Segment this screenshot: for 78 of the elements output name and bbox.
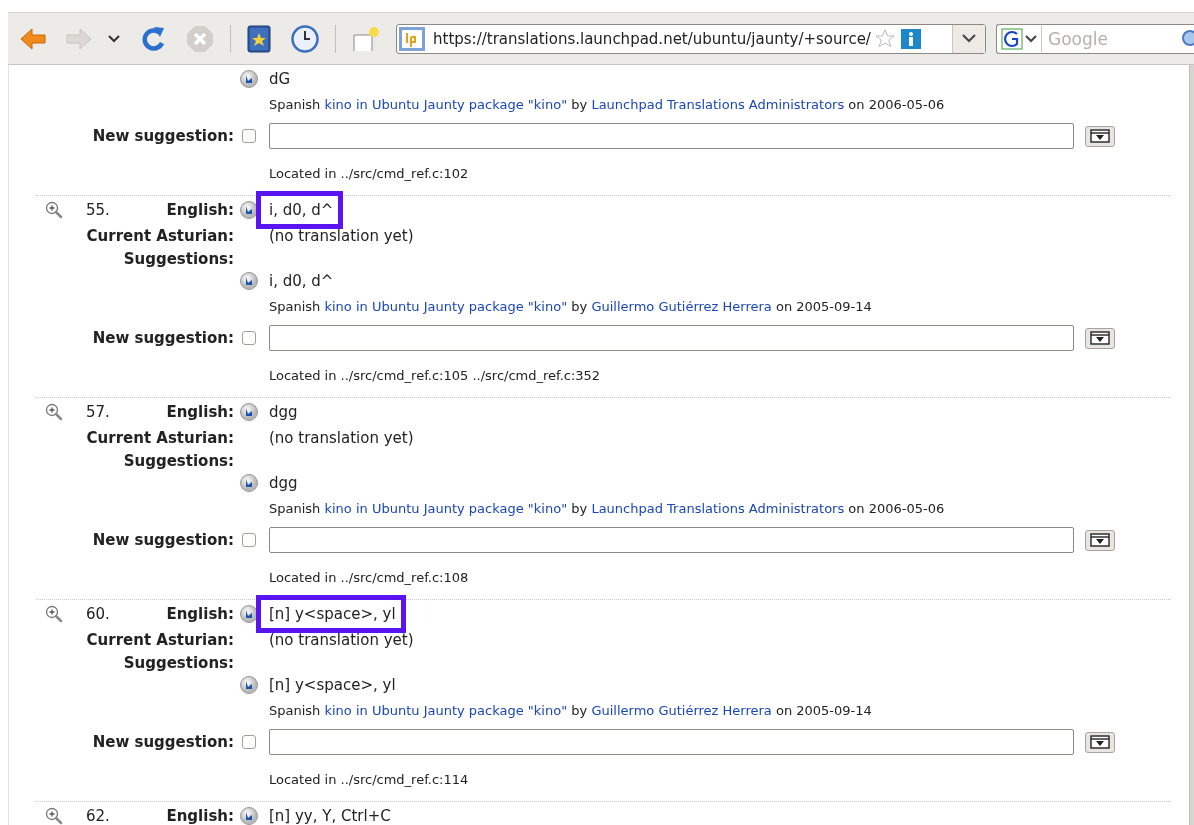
search-field[interactable]: Google <box>996 23 1194 54</box>
bookmark-star-icon[interactable] <box>352 25 382 52</box>
url-text: https://translations.launchpad.net/ubuntu/jaunty/+source/ <box>433 29 871 48</box>
package-link[interactable]: kino in Ubuntu Jaunty package "kino" <box>324 96 568 112</box>
expand-button[interactable] <box>1085 327 1115 349</box>
search-engine-icon[interactable] <box>1001 27 1023 50</box>
suggestion-text: dG <box>269 70 291 88</box>
english-label: English: <box>166 604 234 623</box>
location-text: Located in ../src/cmd_ref.c:114 <box>269 771 469 787</box>
chevron-down-icon[interactable] <box>1025 34 1037 43</box>
history-clock-icon[interactable] <box>291 24 319 53</box>
suggestions-label: Suggestions: <box>123 653 234 674</box>
current-translation-label: Current Asturian: <box>86 631 234 649</box>
english-text: [n] y<space>, yl <box>256 594 406 633</box>
author-link[interactable]: Launchpad Translations Administrators <box>591 500 845 516</box>
english-label: English: <box>166 806 234 825</box>
suggestion-source-line: Spanish kino in Ubuntu Jaunty package "kino" by Launchpad Translations Administrators on 2006-05-06 <box>269 500 945 516</box>
message-number: 60. <box>86 604 110 623</box>
suggestion-source-line: Spanish kino in Ubuntu Jaunty package "kino" by Launchpad Translations Administrators on 2006-05-06 <box>269 96 945 112</box>
package-link[interactable]: kino in Ubuntu Jaunty package "kino" <box>324 500 568 516</box>
current-translation-label: Current Asturian: <box>86 227 234 245</box>
suggestion-input-field[interactable] <box>269 527 1074 553</box>
message-number: 55. <box>86 200 110 219</box>
message-number: 62. <box>86 806 110 825</box>
package-link[interactable]: kino in Ubuntu Jaunty package "kino" <box>324 702 568 718</box>
english-label: English: <box>166 402 234 421</box>
suggestion-input-field[interactable] <box>269 729 1074 755</box>
search-icon[interactable] <box>1180 28 1194 49</box>
bookmarks-icon[interactable] <box>247 24 271 53</box>
suggestion-text: i, d0, d^ <box>269 272 334 290</box>
star-icon[interactable] <box>874 28 895 49</box>
message-number: 57. <box>86 402 110 421</box>
english-text: [n] yy, Y, Ctrl+C <box>269 806 391 825</box>
info-icon[interactable] <box>900 28 921 49</box>
reload-icon[interactable] <box>140 24 166 53</box>
checkbox[interactable] <box>242 331 256 345</box>
new-suggestion-label: New suggestion: <box>92 531 234 549</box>
new-suggestion-label: New suggestion: <box>92 329 234 347</box>
zoom-in-icon[interactable] <box>45 604 63 623</box>
location-text: Located in ../src/cmd_ref.c:105 ../src/cmd_ref.c:352 <box>269 367 601 383</box>
zoom-in-icon[interactable] <box>45 200 63 219</box>
english-text: i, d0, d^ <box>256 190 344 229</box>
suggestion-input-field[interactable] <box>269 123 1074 149</box>
suggestion-text: dgg <box>269 474 298 492</box>
suggestion-source-line: Spanish kino in Ubuntu Jaunty package "kino" by Guillermo Gutiérrez Herrera on 2005-09-14 <box>269 298 872 314</box>
zoom-in-icon[interactable] <box>45 402 63 421</box>
suggestion-source-line: Spanish kino in Ubuntu Jaunty package "kino" by Guillermo Gutiérrez Herrera on 2005-09-14 <box>269 702 872 718</box>
suggestion-input-field[interactable] <box>269 325 1074 351</box>
chevron-down-icon[interactable] <box>108 34 120 43</box>
back-icon[interactable] <box>20 27 46 50</box>
author-link[interactable]: Guillermo Gutiérrez Herrera <box>591 702 772 718</box>
english-label: English: <box>166 200 234 219</box>
checkbox[interactable] <box>242 735 256 749</box>
author-link[interactable]: Guillermo Gutiérrez Herrera <box>591 298 772 314</box>
new-suggestion-label: New suggestion: <box>92 127 234 145</box>
checkbox[interactable] <box>242 129 256 143</box>
current-translation-text: (no translation yet) <box>269 631 414 649</box>
new-suggestion-label: New suggestion: <box>92 733 234 751</box>
suggestions-label: Suggestions: <box>123 249 234 270</box>
current-translation-text: (no translation yet) <box>269 227 414 245</box>
current-translation-label: Current Asturian: <box>86 429 234 447</box>
expand-button[interactable] <box>1085 529 1115 551</box>
suggestions-label: Suggestions: <box>123 451 234 472</box>
site-favicon-icon <box>399 26 425 51</box>
package-link[interactable]: kino in Ubuntu Jaunty package "kino" <box>324 298 568 314</box>
expand-button[interactable] <box>1085 731 1115 753</box>
chevron-down-icon[interactable] <box>962 34 976 43</box>
address-bar[interactable]: https://translations.launchpad.net/ubuntu/jaunty/+source/ <box>396 23 986 54</box>
expand-button[interactable] <box>1085 125 1115 147</box>
location-text: Located in ../src/cmd_ref.c:108 <box>269 569 469 585</box>
zoom-in-icon[interactable] <box>45 806 63 825</box>
english-text: dgg <box>269 402 298 421</box>
location-text: Located in ../src/cmd_ref.c:102 <box>269 165 469 181</box>
suggestion-text: [n] y<space>, yl <box>269 676 396 694</box>
current-translation-text: (no translation yet) <box>269 429 414 447</box>
checkbox[interactable] <box>242 533 256 547</box>
scrollbar[interactable] <box>1189 65 1194 825</box>
author-link[interactable]: Launchpad Translations Administrators <box>591 96 845 112</box>
